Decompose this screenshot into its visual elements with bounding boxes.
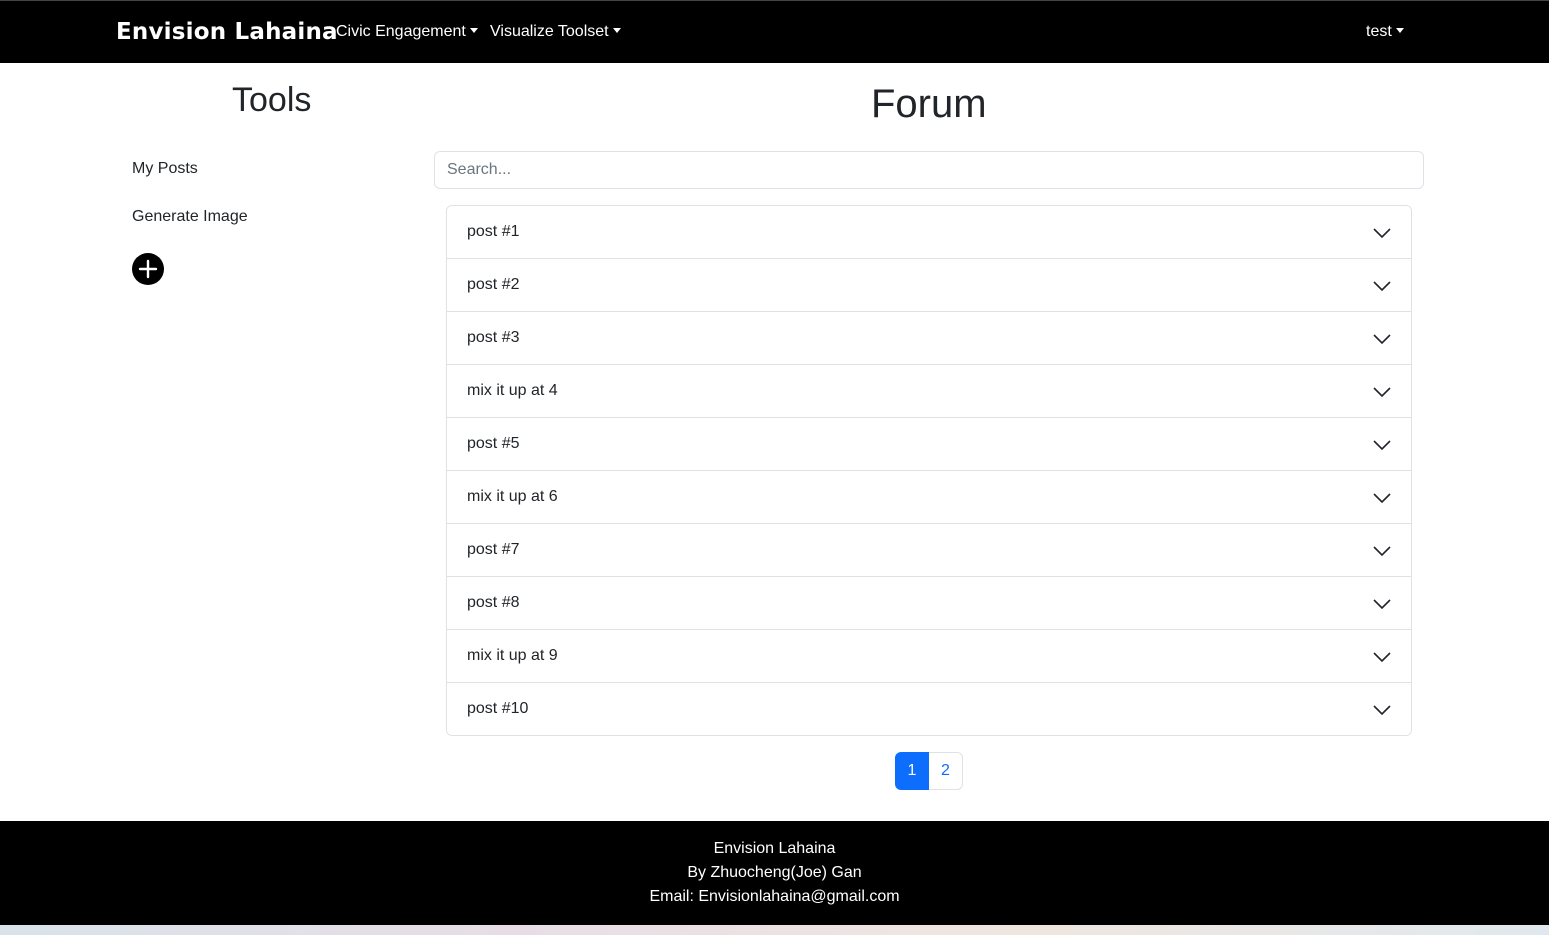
post-title: post #10 [467, 700, 529, 717]
chevron-down-icon[interactable] [1373, 436, 1391, 454]
page-title: Forum [871, 82, 987, 126]
posts-accordion: post #1 post #2 post #3 mix it up at 4 post … [446, 205, 1412, 736]
search-input[interactable] [434, 151, 1424, 189]
post-accordion-item[interactable]: post #10 [447, 683, 1411, 735]
post-accordion-item[interactable]: post #7 [447, 524, 1411, 577]
footer-title: Envision Lahaina [713, 840, 836, 857]
chevron-down-icon[interactable] [1373, 489, 1391, 507]
generate-image-link[interactable]: Generate Image [132, 208, 248, 226]
tools-heading: Tools [232, 81, 312, 119]
caret-down-icon [469, 28, 478, 33]
chevron-down-icon[interactable] [1373, 701, 1391, 719]
post-accordion-item[interactable]: post #2 [447, 259, 1411, 312]
civic-engagement-dropdown[interactable]: Civic Engagement [336, 23, 478, 41]
post-accordion-item[interactable]: post #8 [447, 577, 1411, 630]
caret-down-icon [612, 28, 621, 33]
post-accordion-item[interactable]: post #3 [447, 312, 1411, 365]
post-title: post #8 [467, 594, 520, 611]
chevron-down-icon[interactable] [1373, 595, 1391, 613]
post-title: mix it up at 4 [467, 382, 558, 399]
top-navbar: Envision Lahaina Civic Engagement Visual… [0, 0, 1549, 63]
add-post-button[interactable] [132, 253, 164, 285]
brand-logo-text[interactable]: Envision Lahaina [116, 19, 338, 45]
chevron-down-icon[interactable] [1373, 542, 1391, 560]
post-title: post #1 [467, 223, 520, 240]
post-title: post #7 [467, 541, 520, 558]
chevron-down-icon[interactable] [1373, 277, 1391, 295]
post-title: mix it up at 6 [467, 488, 558, 505]
my-posts-link[interactable]: My Posts [132, 160, 198, 178]
post-title: post #5 [467, 435, 520, 452]
chevron-down-icon[interactable] [1373, 330, 1391, 348]
user-name: test [1366, 23, 1392, 40]
pagination: 1 2 [895, 752, 963, 790]
visualize-toolset-label: Visualize Toolset [490, 23, 609, 40]
post-accordion-item[interactable]: mix it up at 6 [447, 471, 1411, 524]
visualize-toolset-dropdown[interactable]: Visualize Toolset [490, 23, 621, 41]
page-1-button[interactable]: 1 [895, 752, 929, 790]
post-title: post #2 [467, 276, 520, 293]
taskbar-strip [0, 925, 1549, 935]
post-title: mix it up at 9 [467, 647, 558, 664]
post-accordion-item[interactable]: mix it up at 4 [447, 365, 1411, 418]
user-dropdown[interactable]: test [1366, 23, 1404, 41]
footer: Envision Lahaina By Zhuocheng(Joe) Gan E… [0, 821, 1549, 925]
civic-engagement-label: Civic Engagement [336, 23, 466, 40]
chevron-down-icon[interactable] [1373, 383, 1391, 401]
post-title: post #3 [467, 329, 520, 346]
caret-down-icon [1395, 28, 1404, 33]
chevron-down-icon[interactable] [1373, 648, 1391, 666]
plus-circle-icon [138, 259, 158, 279]
post-accordion-item[interactable]: post #5 [447, 418, 1411, 471]
page-2-button[interactable]: 2 [929, 752, 963, 790]
footer-email: Email: Envisionlahaina@gmail.com [649, 888, 900, 905]
footer-author: By Zhuocheng(Joe) Gan [687, 864, 862, 881]
post-accordion-item[interactable]: mix it up at 9 [447, 630, 1411, 683]
post-accordion-item[interactable]: post #1 [447, 206, 1411, 259]
chevron-down-icon[interactable] [1373, 224, 1391, 242]
